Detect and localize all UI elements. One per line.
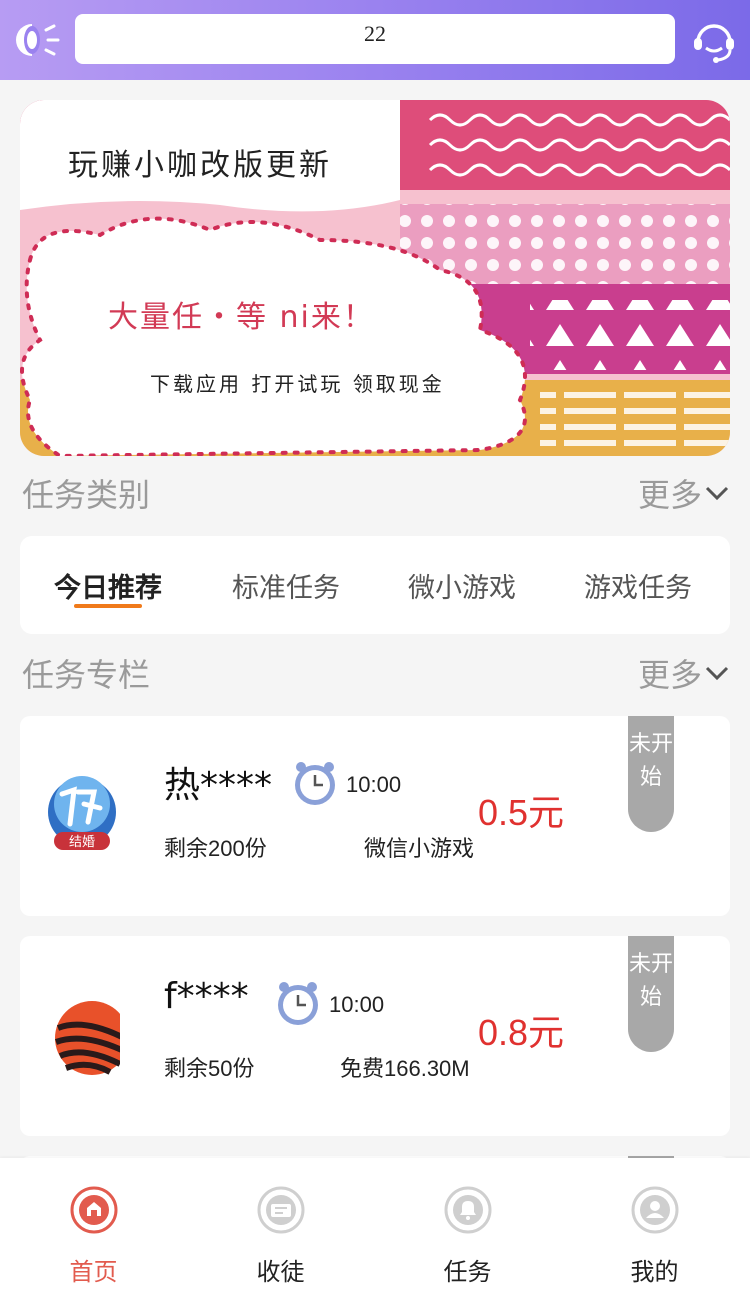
megaphone-icon[interactable] — [12, 16, 60, 64]
chevron-down-icon — [705, 486, 729, 501]
task-size: 免费166.30M — [340, 1056, 470, 1081]
tab-standard-tasks[interactable]: 标准任务 — [232, 566, 340, 605]
promo-banner[interactable]: 玩赚小咖改版更新 大量任・等 ni来！ 下载应用 打开试玩 领取现金 — [20, 100, 730, 456]
task-card[interactable]: f**** 10:00 剩余50份 免费166.30M 0.8元 未开始 — [20, 936, 730, 1136]
task-remaining: 剩余200份 — [164, 836, 267, 861]
nav-tasks[interactable]: 任务 — [374, 1158, 561, 1294]
more-label: 更多 — [637, 476, 702, 514]
game-logo-icon: 结婚 — [44, 764, 120, 860]
nav-label: 收徒 — [256, 1258, 305, 1286]
nav-label: 我的 — [630, 1258, 679, 1286]
more-label: 更多 — [637, 656, 702, 694]
home-icon — [70, 1186, 118, 1234]
status-badge: 未开始 — [628, 936, 674, 1052]
customer-service-icon[interactable] — [690, 16, 738, 64]
task-time: 10:00 — [329, 992, 385, 1017]
category-tabs: 今日推荐 标准任务 微小游戏 游戏任务 — [20, 536, 730, 634]
task-reward: 0.8元 — [478, 1012, 565, 1053]
nav-label: 任务 — [443, 1258, 492, 1286]
more-link-categories[interactable]: 更多 — [638, 470, 730, 516]
clock-icon — [295, 762, 335, 805]
game-logo-text: 结婚 — [69, 835, 95, 850]
task-name: 热**** — [164, 765, 273, 806]
nav-profile[interactable]: 我的 — [561, 1158, 748, 1294]
section-title-column: 任务专栏 — [22, 656, 151, 694]
active-tab-indicator — [74, 604, 142, 608]
more-link-column[interactable]: 更多 — [638, 650, 730, 696]
task-remaining: 剩余50份 — [164, 1056, 255, 1081]
task-reward: 0.5元 — [478, 792, 565, 833]
apprentice-icon — [257, 1186, 305, 1234]
task-type: 微信小游戏 — [364, 836, 475, 861]
nav-label: 首页 — [69, 1258, 118, 1286]
banner-subtext: 下载应用 打开试玩 领取现金 — [150, 372, 445, 396]
bottom-nav: 首页 收徒 任务 我的 — [0, 1158, 750, 1294]
banner-title: 玩赚小咖改版更新 — [68, 148, 332, 183]
nav-apprentice[interactable]: 收徒 — [187, 1158, 374, 1294]
task-card[interactable]: 结婚 热**** 10:00 剩余200份 微信小游戏 0.5元 未开始 — [20, 716, 730, 916]
clock-icon — [278, 982, 318, 1025]
tab-mini-games[interactable]: 微小游戏 — [408, 566, 516, 605]
nav-home[interactable]: 首页 — [0, 1158, 187, 1294]
status-badge: 未开始 — [628, 716, 674, 832]
chevron-down-icon — [705, 666, 729, 681]
banner-tagline: 大量任・等 ni来！ — [108, 300, 375, 335]
task-time: 10:00 — [346, 772, 402, 797]
game-logo-icon — [44, 984, 133, 1080]
app-header: 22 — [0, 0, 750, 80]
profile-icon — [631, 1186, 679, 1234]
tab-game-tasks[interactable]: 游戏任务 — [584, 566, 692, 605]
bell-icon — [444, 1186, 492, 1234]
search-input[interactable]: 22 — [75, 14, 675, 64]
tab-today-recommend[interactable]: 今日推荐 — [54, 566, 162, 605]
section-title-categories: 任务类别 — [22, 476, 151, 514]
task-name: f**** — [164, 976, 249, 1017]
